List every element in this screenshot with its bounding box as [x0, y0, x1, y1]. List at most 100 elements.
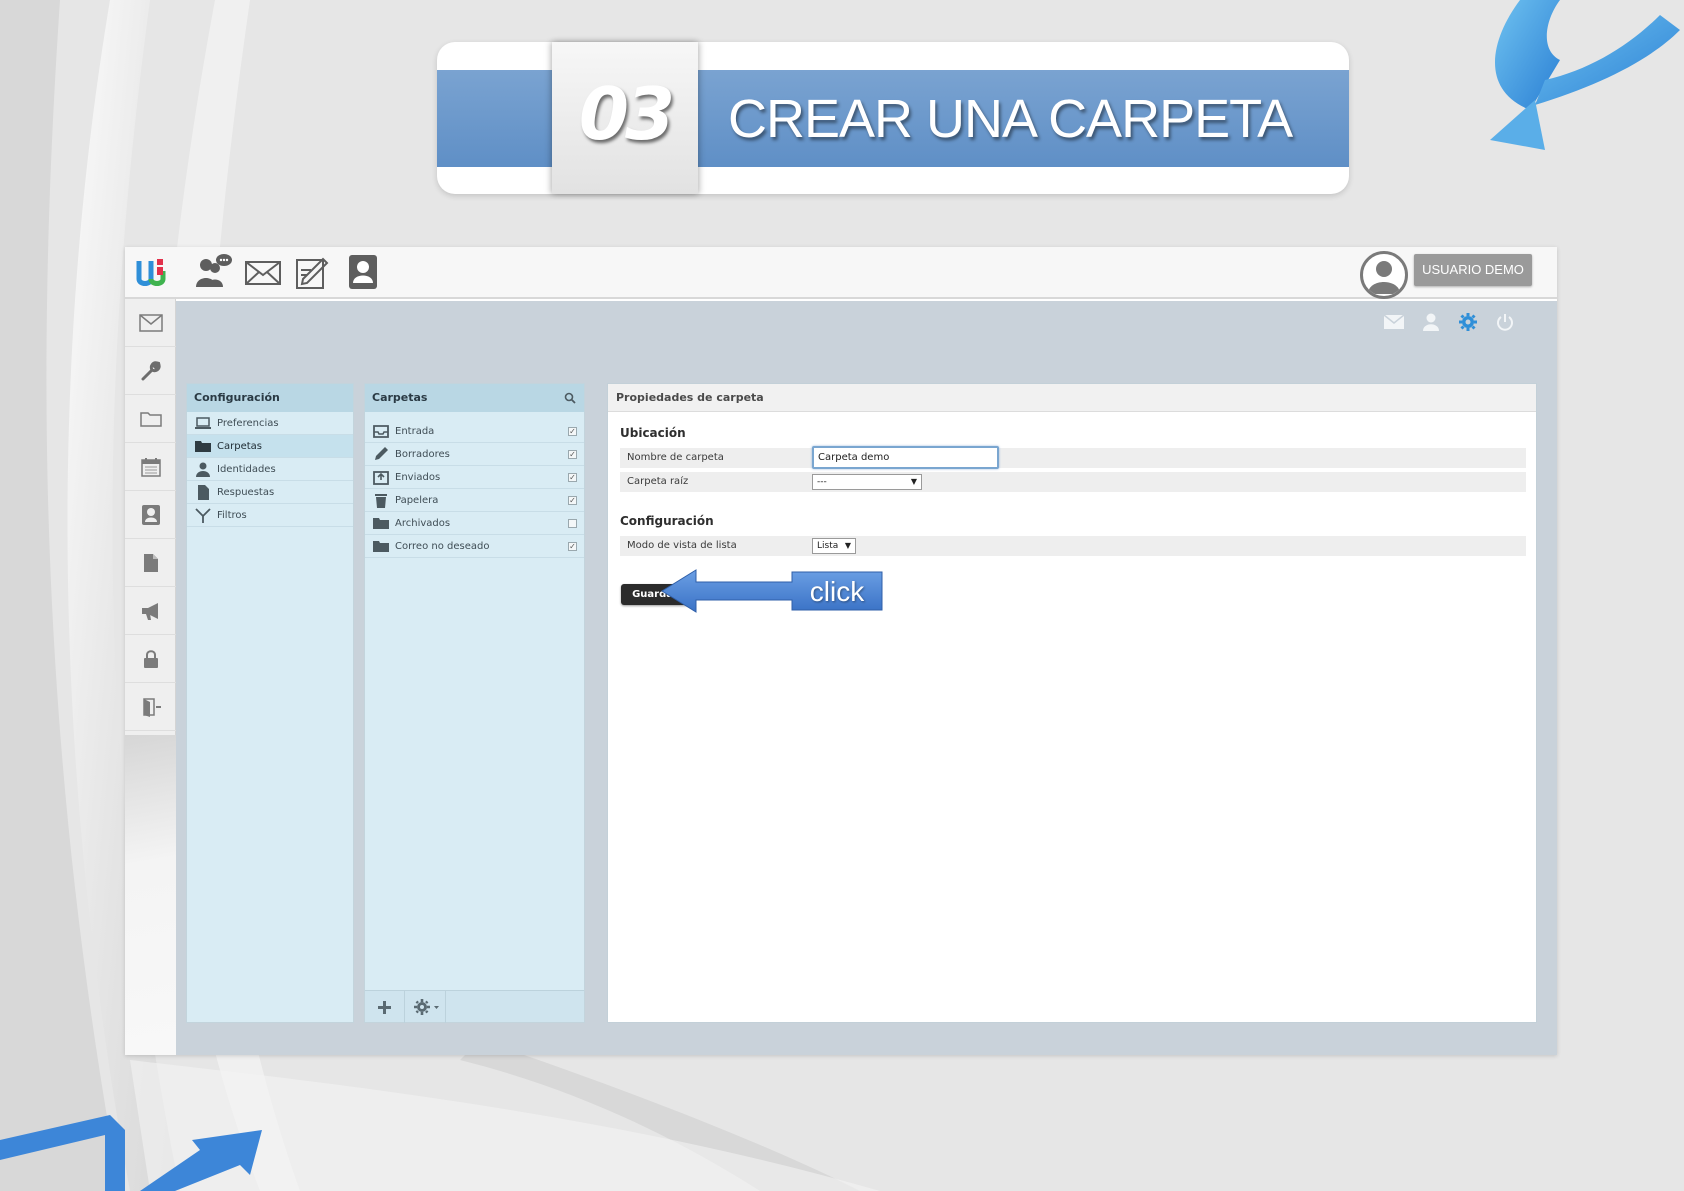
document-icon: [143, 553, 158, 572]
list-view-mode-label: Modo de vista de lista: [627, 540, 737, 551]
click-annotation-label: click: [809, 576, 865, 607]
avatar-icon: [1368, 261, 1400, 294]
folder-item-label: Entrada: [395, 426, 435, 437]
config-item-label: Carpetas: [217, 441, 262, 452]
folders-panel: Carpetas Entrada ✓ Borradores ✓ Enviados…: [364, 383, 585, 1023]
config-item-identidades[interactable]: Identidades: [187, 458, 353, 481]
config-item-preferencias[interactable]: Preferencias: [187, 412, 353, 435]
config-item-carpetas[interactable]: Carpetas: [187, 435, 353, 458]
mail-icon[interactable]: [243, 253, 283, 291]
nav-contacts[interactable]: [125, 491, 176, 539]
mail-icon[interactable]: [1384, 315, 1404, 329]
megaphone-icon: [141, 602, 158, 620]
subscribe-checkbox[interactable]: ✓: [568, 473, 577, 482]
banner-title: CREAR UNA CARPETA: [728, 89, 1293, 149]
folder-icon: [373, 518, 389, 529]
settings-content: Configuración Preferencias Carpetas Iden…: [176, 301, 1557, 1055]
nav-documents[interactable]: [125, 539, 176, 587]
search-icon[interactable]: [564, 392, 576, 404]
chevron-down-icon: ▼: [844, 541, 851, 550]
gear-dropdown-icon: [414, 999, 439, 1015]
config-item-label: Preferencias: [217, 418, 279, 429]
compose-icon[interactable]: [293, 253, 333, 291]
step-number: 03: [578, 72, 675, 156]
folder-properties-panel: Propiedades de carpeta Ubicación Nombre …: [607, 383, 1537, 1023]
list-view-mode-row: Modo de vista de lista Lista ▼: [620, 536, 1526, 556]
app-logo-icon[interactable]: [135, 257, 167, 287]
laptop-icon: [195, 417, 211, 429]
folder-item-enviados[interactable]: Enviados ✓: [365, 466, 584, 489]
parent-folder-value: ---: [817, 477, 827, 487]
config-item-label: Respuestas: [217, 487, 275, 498]
lock-icon: [143, 649, 158, 668]
subscribe-checkbox[interactable]: ✓: [568, 496, 577, 505]
user-avatar[interactable]: [1360, 251, 1408, 299]
folder-item-label: Borradores: [395, 449, 450, 460]
folders-panel-title: Carpetas: [365, 384, 584, 412]
mail-icon: [138, 313, 163, 332]
nav-logout[interactable]: [125, 683, 176, 731]
config-item-label: Filtros: [217, 510, 247, 521]
folders-panel-title-text: Carpetas: [372, 391, 428, 404]
chat-icon[interactable]: [193, 253, 233, 291]
location-section-title: Ubicación: [620, 426, 686, 440]
contacts-icon[interactable]: [343, 253, 383, 291]
user-menu-button[interactable]: USUARIO DEMO: [1414, 254, 1532, 286]
folder-icon: [195, 441, 211, 452]
nav-mail[interactable]: [125, 299, 176, 347]
parent-folder-row: Carpeta raíz --- ▼: [620, 472, 1526, 492]
pencil-icon: [375, 447, 388, 460]
plus-icon: [378, 1001, 391, 1014]
subscribe-checkbox[interactable]: ✓: [568, 450, 577, 459]
folder-item-correo-no-deseado[interactable]: Correo no deseado ✓: [365, 535, 584, 558]
folder-item-papelera[interactable]: Papelera ✓: [365, 489, 584, 512]
folder-item-label: Archivados: [395, 518, 451, 529]
folder-item-label: Enviados: [395, 472, 441, 483]
config-item-filtros[interactable]: Filtros: [187, 504, 353, 527]
properties-title: Propiedades de carpeta: [608, 384, 1536, 412]
folder-item-borradores[interactable]: Borradores ✓: [365, 443, 584, 466]
filter-icon: [195, 508, 211, 523]
calendar-icon: [140, 457, 161, 477]
add-folder-button[interactable]: [365, 991, 405, 1023]
config-item-label: Identidades: [217, 464, 276, 475]
config-panel: Configuración Preferencias Carpetas Iden…: [186, 383, 354, 1023]
folder-item-archivados[interactable]: Archivados: [365, 512, 584, 535]
config-panel-title: Configuración: [187, 384, 353, 412]
list-view-mode-select[interactable]: Lista ▼: [812, 538, 856, 554]
sent-icon: [373, 471, 389, 485]
subscribe-checkbox[interactable]: ✓: [568, 427, 577, 436]
folder-name-input[interactable]: Carpeta demo: [812, 446, 999, 469]
webmail-app: USUARIO DEMO Configuración Preferencias …: [125, 247, 1557, 1055]
folder-item-entrada[interactable]: Entrada ✓: [365, 420, 584, 443]
document-icon: [198, 485, 209, 500]
subscribe-checkbox[interactable]: [568, 519, 577, 528]
folders-panel-footer: [365, 990, 584, 1023]
nav-settings[interactable]: [125, 347, 176, 395]
folder-options-button[interactable]: [406, 991, 446, 1023]
left-nav-empty-area: [125, 735, 176, 1055]
folder-icon: [373, 541, 389, 552]
folder-name-label: Nombre de carpeta: [627, 452, 724, 463]
nav-folders[interactable]: [125, 395, 176, 443]
subscribe-checkbox[interactable]: ✓: [568, 542, 577, 551]
nav-security[interactable]: [125, 635, 176, 683]
user-icon[interactable]: [1422, 313, 1440, 331]
gear-icon[interactable]: [1458, 312, 1478, 332]
exit-icon: [142, 697, 161, 717]
folder-name-row: Nombre de carpeta Carpeta demo: [620, 446, 1526, 469]
wrench-icon: [141, 360, 161, 380]
utility-toolbar: [1384, 309, 1514, 335]
folder-item-label: Correo no deseado: [395, 541, 490, 552]
nav-announcements[interactable]: [125, 587, 176, 635]
person-icon: [196, 462, 210, 477]
folder-icon: [139, 411, 162, 427]
power-icon[interactable]: [1496, 313, 1514, 331]
chevron-down-icon: ▼: [910, 477, 917, 486]
parent-folder-select[interactable]: --- ▼: [812, 474, 922, 490]
parent-folder-label: Carpeta raíz: [627, 476, 689, 487]
config-item-respuestas[interactable]: Respuestas: [187, 481, 353, 504]
contact-card-icon: [141, 504, 160, 525]
nav-calendar[interactable]: [125, 443, 176, 491]
top-bar: USUARIO DEMO: [125, 247, 1557, 299]
